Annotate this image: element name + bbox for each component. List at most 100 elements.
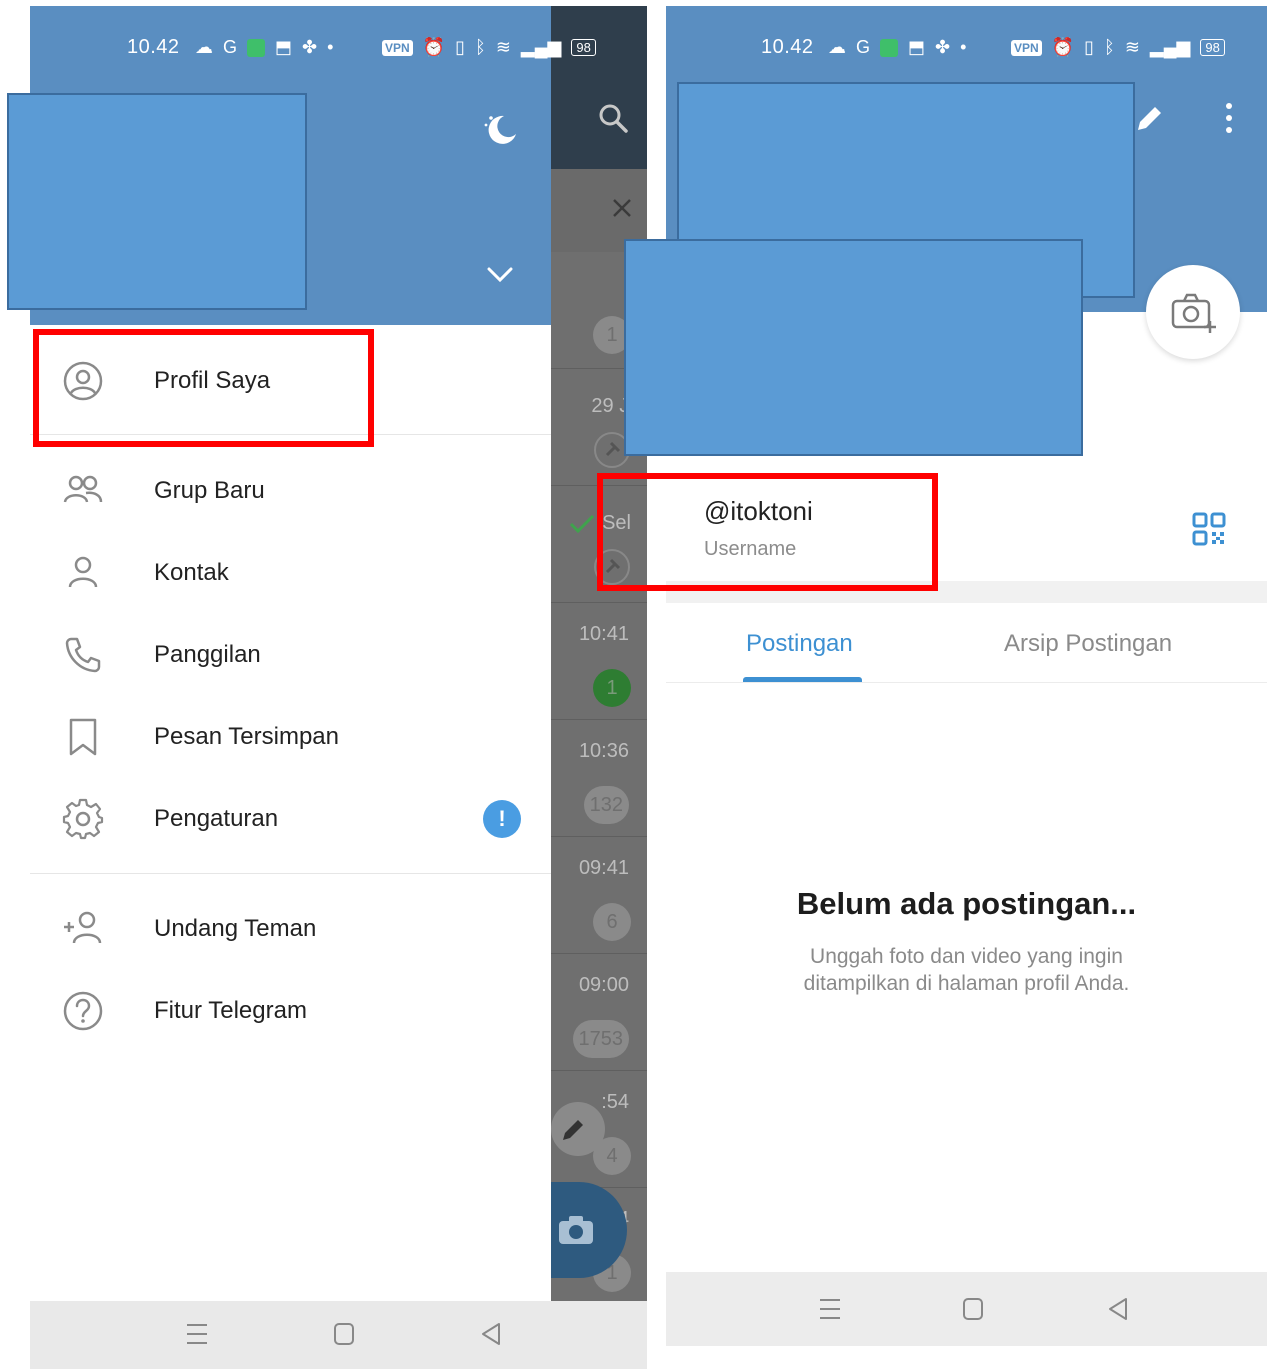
system-navigation-bar [30,1301,647,1369]
wifi-icon: ≋ [1124,37,1140,57]
alarm-icon: ⏰ [1051,37,1075,57]
fan-icon: ✤ [935,37,951,57]
menu-label: Fitur Telegram [154,997,307,1024]
chat-row[interactable]: 10:36 132 [551,720,647,837]
unread-badge: 6 [593,903,631,941]
compose-fab[interactable] [551,1102,605,1156]
signal-icon: ▂▄▆ [520,37,562,57]
chat-row[interactable]: 09:00 1753 [551,954,647,1071]
app-icon [880,38,899,57]
app-icon [247,38,266,57]
back-icon[interactable] [479,1321,503,1347]
menu-item-new-group[interactable]: Grup Baru [30,450,551,532]
highlight-username [597,473,938,591]
chat-time: :54 [601,1091,629,1113]
menu-item-settings[interactable]: Pengaturan ! [30,778,551,860]
chevron-down-icon[interactable] [486,266,514,284]
status-icons-right: VPN ⏰ ▯ ᛒ ≋ ▂▄▆ 98 [382,37,596,58]
pencil-icon [563,1120,583,1140]
menu-item-saved-messages[interactable]: Pesan Tersimpan [30,696,551,778]
chat-time: 10:41 [578,623,629,645]
more-vertical-icon[interactable] [1222,102,1236,134]
fan-icon: ✤ [302,37,318,57]
tabs-divider [666,682,1267,683]
status-time: 10.42 [127,36,180,58]
redaction-box-drawer-profile [7,93,307,310]
status-icons: ☁ G ⬒ ✤ • [828,37,966,58]
notification-icon: ☁ [195,37,213,57]
gear-icon [62,798,104,840]
empty-state-title: Belum ada postingan... [796,886,1137,921]
menu-label: Undang Teman [154,915,317,942]
signal-icon: ▂▄▆ [1149,37,1191,57]
read-check-icon [569,514,595,534]
menu-label: Grup Baru [154,477,265,504]
google-icon: G [856,37,871,57]
night-mode-icon[interactable] [482,112,518,148]
alarm-icon: ⏰ [422,37,446,57]
app-icon: ⬒ [275,37,293,57]
battery-icon: 98 [1200,39,1225,56]
home-icon[interactable] [961,1296,985,1322]
edit-pencil-icon[interactable] [1134,102,1166,134]
settings-alert-badge: ! [483,800,521,838]
empty-desc-line: Unggah foto dan video yang ingin [810,945,1123,968]
wifi-icon: ≋ [495,37,511,57]
vibrate-icon: ▯ [455,37,466,57]
home-icon[interactable] [332,1321,356,1347]
back-icon[interactable] [1106,1296,1130,1322]
add-person-icon [64,911,102,944]
recent-apps-icon[interactable] [818,1296,842,1322]
status-icons: ☁ G ⬒ ✤ • [195,37,333,58]
unread-badge: 132 [583,786,629,824]
chat-row[interactable]: 09:41 6 [551,837,647,954]
unread-badge: 1 [593,669,631,707]
divider [30,873,551,874]
unread-badge: 1753 [572,1020,629,1058]
redaction-box-profile-name [624,239,1083,456]
menu-item-contacts[interactable]: Kontak [30,532,551,614]
menu-label: Pesan Tersimpan [154,723,339,750]
bookmark-icon [69,718,97,756]
status-icons-right: VPN ⏰ ▯ ᛒ ≋ ▂▄▆ 98 [1011,37,1225,58]
chat-time: 09:00 [578,974,629,996]
menu-item-calls[interactable]: Panggilan [30,614,551,696]
bluetooth-icon: ᛒ [1104,37,1115,57]
highlight-my-profile [33,329,374,447]
chat-row[interactable]: 10:41 1 [551,603,647,720]
vibrate-icon: ▯ [1084,37,1095,57]
group-icon [63,475,103,503]
contact-icon [68,556,98,588]
chat-time: 09:41 [578,857,629,879]
empty-desc-line: ditampilkan di halaman profil Anda. [803,972,1130,995]
chat-time: 10:36 [578,740,629,762]
search-icon[interactable] [597,102,629,134]
battery-icon: 98 [571,39,596,56]
empty-state-description: Unggah foto dan video yang ingin ditampi… [666,943,1267,997]
menu-label: Pengaturan [154,805,279,832]
bluetooth-icon: ᛒ [475,37,486,57]
vpn-icon: VPN [1011,39,1042,56]
chat-list-toolbar [551,6,647,169]
system-navigation-bar [666,1272,1267,1346]
menu-label: Kontak [154,559,229,586]
status-time: 10.42 [761,36,814,58]
recent-apps-icon[interactable] [185,1321,209,1347]
add-photo-icon [1171,293,1216,333]
app-icon: ⬒ [908,37,926,57]
vpn-icon: VPN [382,39,413,56]
qr-code-icon[interactable] [1192,512,1226,546]
menu-label: Panggilan [154,641,261,668]
dot-icon: • [960,37,967,57]
tab-archived-posts[interactable]: Arsip Postingan [1004,630,1172,658]
menu-item-telegram-features[interactable]: Fitur Telegram [30,970,551,1052]
notification-icon: ☁ [828,37,846,57]
dot-icon: • [327,37,334,57]
help-circle-icon [63,991,103,1031]
set-photo-button[interactable] [1146,265,1240,359]
close-icon[interactable] [611,197,633,219]
tab-posts[interactable]: Postingan [746,630,853,658]
phone-icon [65,637,101,673]
camera-icon [559,1216,593,1244]
menu-item-invite-friends[interactable]: Undang Teman [30,888,551,970]
